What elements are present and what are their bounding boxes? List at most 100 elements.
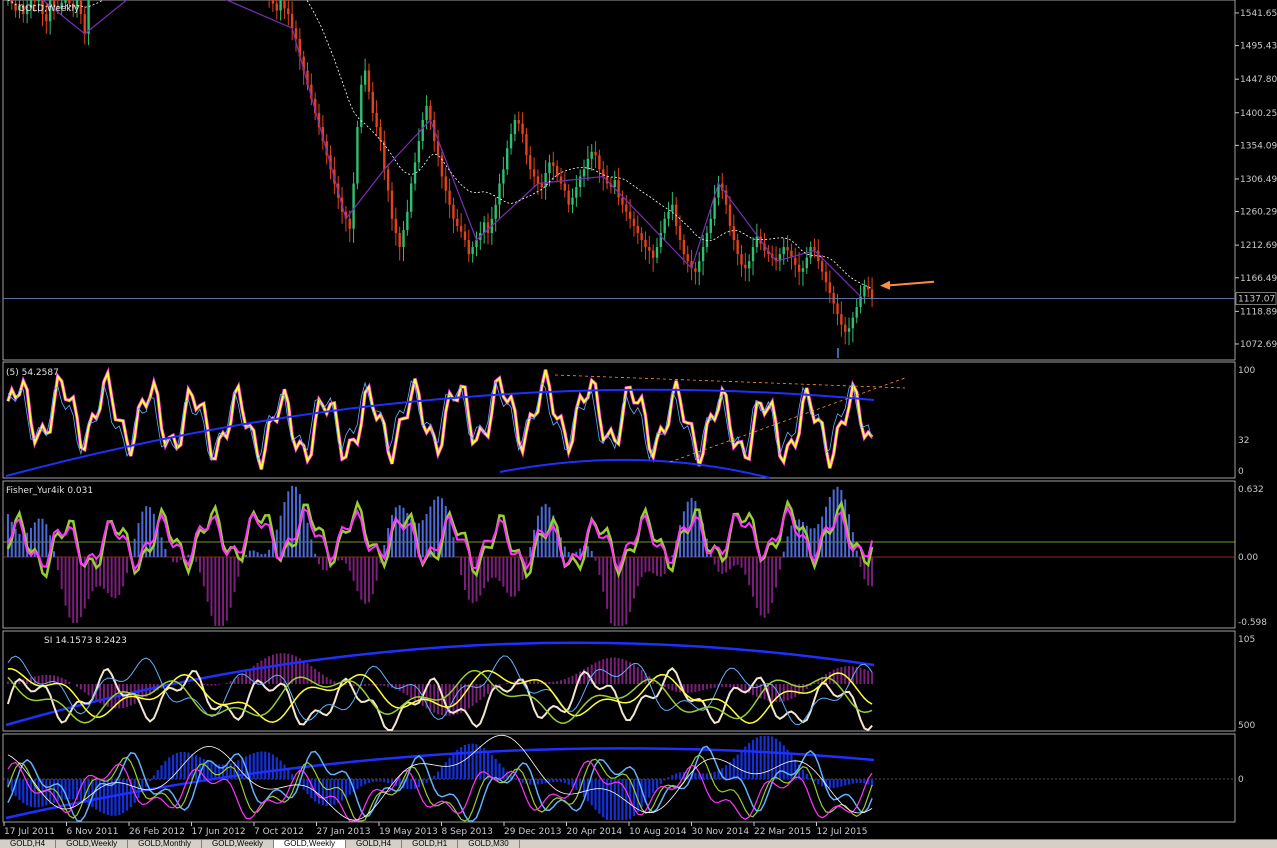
candle-body	[648, 247, 651, 251]
x-tick-label: 10 Aug 2014	[629, 827, 687, 837]
x-tick-label: 17 Jul 2011	[4, 827, 55, 837]
candle-body	[45, 14, 48, 22]
candle-body	[713, 197, 716, 219]
candle-body	[751, 247, 755, 262]
panel-tick-label: 100	[1238, 366, 1255, 376]
candle-body	[686, 254, 689, 262]
panel-tick-label: 0	[1238, 467, 1244, 477]
candle-body	[863, 285, 866, 297]
orange-arrow	[883, 280, 935, 287]
price-tick-label: 1118.89	[1240, 307, 1277, 317]
candle-body	[363, 70, 367, 85]
candle-body	[594, 151, 597, 156]
candle-body	[628, 211, 632, 219]
osc1-blue-curve-low	[499, 458, 771, 479]
candle-body	[290, 14, 294, 29]
x-tick-label: 19 May 2013	[379, 827, 438, 837]
candle-body	[836, 303, 839, 315]
candle-body	[409, 183, 413, 212]
price-tick-label: 1072.69	[1240, 340, 1277, 350]
candle-body	[498, 183, 501, 205]
candle-body	[621, 197, 624, 205]
panel2-label: Fisher_Yur4ik 0.031	[6, 486, 93, 496]
candle-body	[386, 169, 390, 191]
candle-body	[797, 264, 801, 272]
candle-body	[283, 0, 286, 9]
candle-body	[613, 180, 616, 188]
orange-arrow-head	[880, 280, 890, 290]
p3-blue-curve	[5, 641, 875, 727]
panel-tick-label: 32	[1238, 436, 1249, 446]
price-tick-label: 1166.49	[1240, 274, 1277, 284]
candle-body	[271, 0, 275, 4]
candle-body	[440, 155, 444, 177]
price-tick-label: 1495.43	[1240, 42, 1277, 52]
candle-body	[356, 127, 359, 184]
candle-body	[820, 261, 824, 272]
candle-body	[68, 0, 71, 4]
candle-body	[506, 148, 509, 170]
candle-body	[682, 240, 686, 255]
time-axis: 17 Jul 2011 6 Nov 2011 26 Feb 2012 17 Jun 2…	[3, 822, 868, 837]
candle-body	[486, 222, 490, 233]
oscillator-panel-1	[5, 366, 906, 479]
candle-body	[709, 218, 712, 233]
candle-body	[847, 328, 851, 332]
candle-body	[701, 247, 705, 262]
candle-body	[425, 105, 428, 120]
candle-body	[467, 240, 471, 255]
candle-body	[429, 105, 432, 120]
candle-body	[417, 141, 421, 163]
candle-body	[448, 190, 451, 205]
candle-body	[383, 141, 386, 170]
candle-body	[456, 218, 459, 226]
price-axis: 1541.65 1495.43 1447.80 1400.25 1354.09 1306.…	[1235, 9, 1277, 785]
candle-body	[755, 236, 759, 248]
candle-body	[840, 314, 843, 325]
candle-body	[529, 155, 532, 170]
price-tick-label: 1260.29	[1240, 208, 1277, 218]
price-tick-label: 1400.25	[1240, 109, 1277, 119]
panel-tick-label: 500	[1238, 721, 1255, 731]
candle-body	[502, 169, 505, 184]
trading-chart[interactable]: 1541.65 1495.43 1447.80 1400.25 1354.09 1306.…	[0, 0, 1277, 847]
candle-body	[655, 247, 659, 258]
panel-tick-label: 0	[1238, 775, 1244, 785]
candle-body	[571, 197, 574, 205]
candle-body	[521, 123, 524, 135]
x-tick-label: 12 Jul 2015	[817, 827, 868, 837]
osc1-yellow	[6, 369, 873, 470]
panel-tick-label: 105	[1238, 635, 1255, 645]
candle-body	[536, 176, 540, 184]
candle-body	[513, 120, 517, 135]
candle-body	[444, 176, 447, 191]
candle-body	[859, 296, 862, 308]
candle-body	[805, 257, 808, 269]
x-tick-label: 20 Apr 2014	[567, 827, 623, 837]
candle-body	[667, 211, 670, 219]
candle-body	[287, 8, 290, 15]
candle-body	[517, 120, 520, 124]
candle-body	[459, 225, 463, 232]
candle-body	[548, 162, 551, 173]
candle-body	[640, 232, 643, 240]
candle-body	[851, 317, 855, 329]
candle-body	[747, 261, 751, 269]
candle-body	[37, 0, 40, 2]
candles	[3, 0, 1235, 358]
x-tick-label: 27 Jan 2013	[317, 827, 371, 837]
candle-body	[575, 187, 578, 198]
price-tick-label: 1212.69	[1240, 241, 1277, 251]
candle-body	[540, 183, 543, 188]
candle-body	[598, 155, 601, 170]
candle-body	[828, 282, 832, 293]
candle-body	[801, 268, 805, 272]
candle-body	[736, 240, 739, 255]
price-tick-label: 1306.49	[1240, 175, 1277, 185]
x-tick-label: 7 Oct 2012	[254, 827, 304, 837]
x-tick-label: 17 Jun 2012	[192, 827, 246, 837]
candle-body	[786, 247, 789, 251]
candle-body	[740, 254, 743, 265]
candle-body	[279, 0, 282, 11]
chart-title: GOLD,Weekly	[18, 4, 80, 14]
